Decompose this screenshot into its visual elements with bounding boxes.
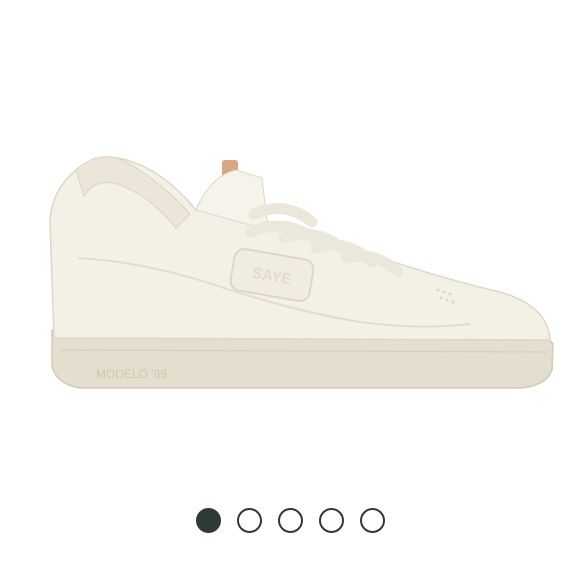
sneaker-illustration: SAYE MODELO '89 — [49, 156, 554, 389]
product-image-viewer: SAYE MODELO '89 — [0, 0, 580, 580]
carousel-dot-2[interactable] — [236, 507, 262, 533]
carousel-dot-1[interactable] — [195, 507, 221, 533]
midsole-text: MODELO '89 — [96, 367, 167, 381]
carousel-dot-3[interactable] — [277, 507, 303, 533]
image-carousel-indicators — [0, 506, 580, 534]
carousel-dot-5[interactable] — [359, 507, 385, 533]
carousel-dot-4[interactable] — [318, 507, 344, 533]
product-image[interactable]: SAYE MODELO '89 — [0, 0, 580, 480]
